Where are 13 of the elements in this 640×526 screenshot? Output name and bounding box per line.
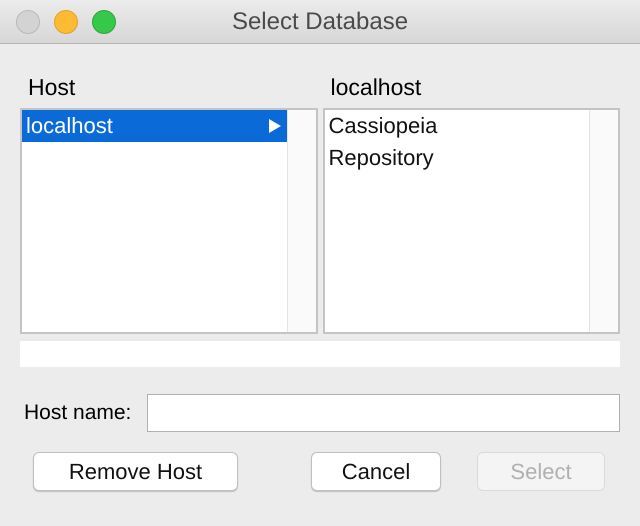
list-item[interactable]: Cassiopeia xyxy=(324,110,589,142)
dialog-button[interactable]: Cancel xyxy=(311,452,441,491)
column-heading: Host xyxy=(27,73,76,102)
host-name-label: Host name: xyxy=(24,401,132,425)
close-button[interactable] xyxy=(16,10,40,34)
column-heading: localhost xyxy=(330,73,422,102)
window-title: Select Database xyxy=(232,8,408,36)
minimize-button[interactable] xyxy=(54,10,78,34)
dialog-button[interactable]: Remove Host xyxy=(33,452,238,491)
list-item[interactable]: Repository xyxy=(324,142,589,174)
list-item[interactable]: localhost xyxy=(22,110,286,142)
zoom-button[interactable] xyxy=(92,10,116,34)
host-name-field[interactable] xyxy=(147,394,620,432)
